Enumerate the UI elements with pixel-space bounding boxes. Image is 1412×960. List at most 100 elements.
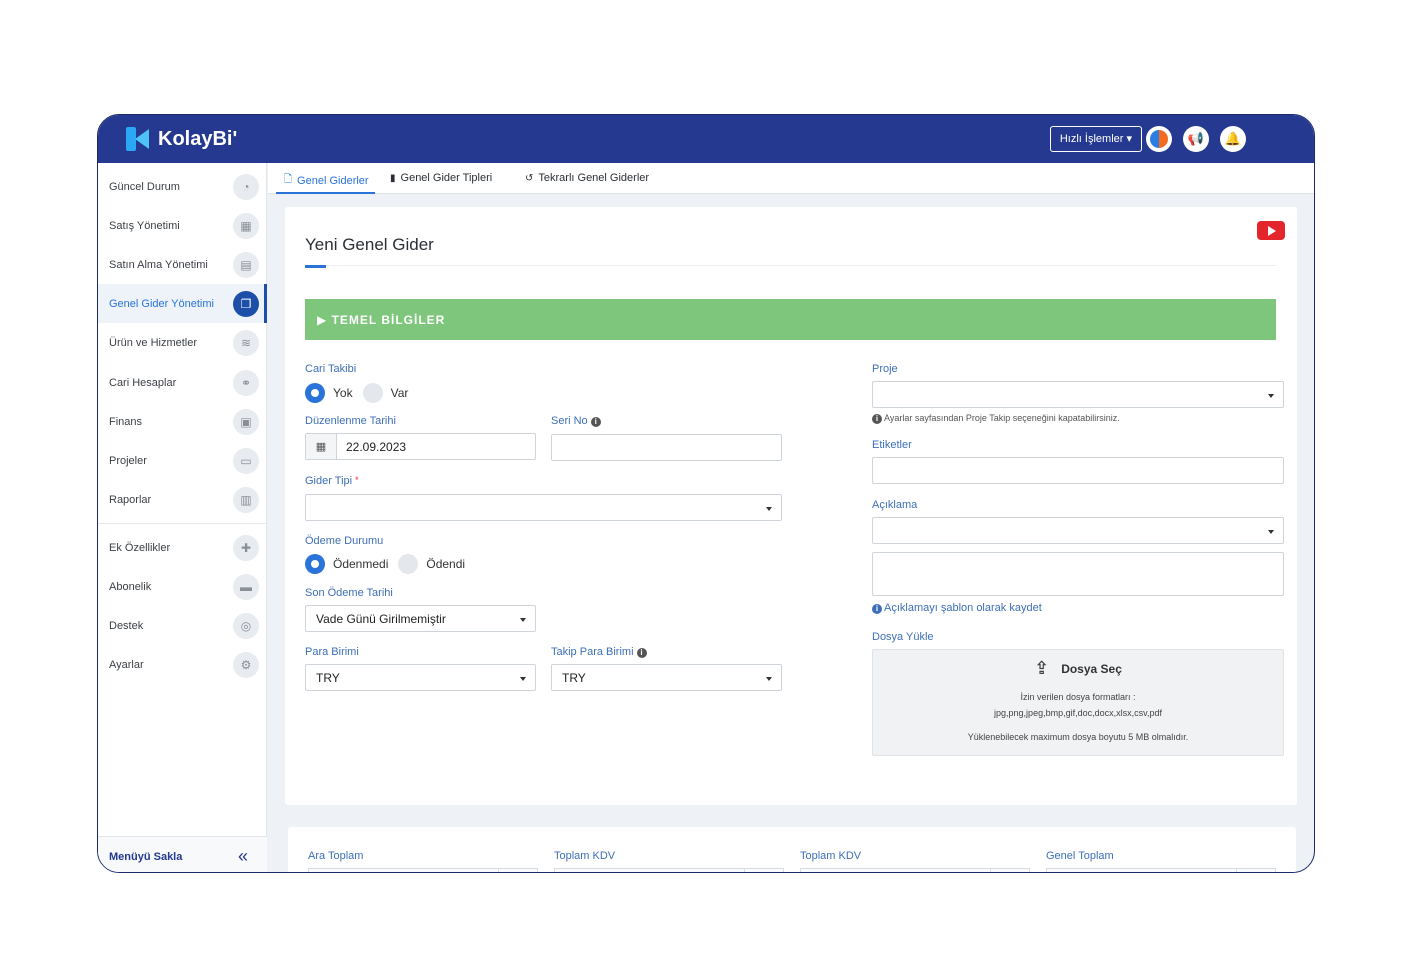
- section-header[interactable]: ▶ TEMEL BİLGİLER: [305, 299, 1276, 340]
- formats-list: jpg,png,jpeg,bmp,gif,doc,docx,xlsx,csv,p…: [994, 708, 1162, 718]
- sidebar-item-projeler[interactable]: Projeler ▭: [98, 441, 267, 480]
- sidebar-item-urun-hizmetler[interactable]: Ürün ve Hizmetler ≋: [98, 323, 267, 362]
- aciklama-textarea[interactable]: [872, 552, 1284, 596]
- radio-odenmedi[interactable]: [305, 554, 325, 574]
- title-divider: [305, 265, 1277, 266]
- cari-takibi-label: Cari Takibi: [305, 363, 357, 375]
- caret-down-icon: [1268, 394, 1274, 398]
- sidebar-item-cari-hesaplar[interactable]: Cari Hesaplar ⚭: [98, 363, 267, 402]
- avatar-icon: [1150, 130, 1168, 148]
- genel-toplam-field: [1046, 868, 1276, 872]
- sidebar-item-label: Satış Yönetimi: [109, 219, 180, 232]
- proje-hint-text: Ayarlar sayfasından Proje Takip seçeneği…: [884, 413, 1120, 423]
- etiketler-input[interactable]: [872, 457, 1284, 484]
- refresh-icon: ↺: [525, 172, 534, 184]
- duzenlenme-tarihi-input[interactable]: ▦ 22.09.2023: [305, 433, 536, 460]
- page-title: Yeni Genel Gider: [305, 235, 434, 254]
- sidebar-item-finans[interactable]: Finans ▣: [98, 402, 267, 441]
- para-birimi-select[interactable]: TRY: [305, 664, 536, 691]
- formats-title: İzin verilen dosya formatları :: [1020, 692, 1136, 702]
- sidebar-item-guncel-durum[interactable]: Güncel Durum ◔: [98, 167, 267, 206]
- sidebar-item-ek-ozellikler[interactable]: Ek Özellikler ✚: [98, 528, 267, 567]
- odeme-durumu-label: Ödeme Durumu: [305, 535, 384, 547]
- aciklama-template-select[interactable]: [872, 517, 1284, 544]
- sidebar-item-label: Finans: [109, 415, 143, 428]
- choose-file-label: Dosya Seç: [1061, 661, 1122, 676]
- required-mark: *: [355, 475, 359, 485]
- tab-label: Genel Gider Tipleri: [400, 172, 493, 184]
- quick-actions-button[interactable]: Hızlı İşlemler ▾: [1049, 126, 1142, 152]
- dashboard-icon: ◔: [233, 173, 259, 200]
- info-icon: i: [872, 414, 882, 424]
- caret-down-icon: [1268, 530, 1274, 534]
- file-dropzone[interactable]: ⇪ Dosya Seç İzin verilen dosya formatlar…: [872, 649, 1284, 756]
- sidebar-item-label: Destek: [109, 619, 144, 632]
- sidebar-item-destek[interactable]: Destek ◎: [98, 606, 267, 645]
- sidebar-item-label: Raporlar: [109, 493, 152, 506]
- choose-file-button[interactable]: ⇪ Dosya Seç: [873, 658, 1283, 679]
- sidebar: Güncel Durum ◔ Satış Yönetimi ▦ Satın Al…: [98, 163, 267, 872]
- calendar-icon: ▦: [306, 434, 337, 459]
- file-solid-icon: ▮: [390, 172, 396, 184]
- caret-down-icon: [520, 618, 526, 622]
- megaphone-icon[interactable]: 📢: [1183, 126, 1209, 152]
- youtube-icon[interactable]: [1257, 221, 1285, 240]
- document-icon: ▤: [233, 251, 259, 278]
- sidebar-item-satin-alma[interactable]: Satın Alma Yönetimi ▤: [98, 245, 267, 284]
- tab-label: Tekrarlı Genel Giderler: [538, 172, 650, 184]
- brand-logo[interactable]: KolayBi': [126, 127, 237, 151]
- sidebar-item-label: Projeler: [109, 454, 147, 467]
- takip-para-birimi-select[interactable]: TRY: [551, 664, 782, 691]
- sidebar-item-abonelik[interactable]: Abonelik ▬: [98, 567, 267, 606]
- app-window: KolayBi' Hızlı İşlemler ▾ 📢 🔔 Güncel Dur…: [97, 114, 1315, 873]
- sidebar-item-label: Cari Hesaplar: [109, 376, 177, 389]
- seri-no-input[interactable]: [551, 434, 782, 461]
- caret-down-icon: [766, 677, 772, 681]
- tab-tekrarli-genel-giderler[interactable]: ↺ Tekrarlı Genel Giderler: [525, 172, 649, 184]
- sidebar-item-raporlar[interactable]: Raporlar ▥: [98, 480, 267, 519]
- son-odeme-tarihi-select[interactable]: Vade Günü Girilmemiştir: [305, 605, 536, 632]
- radio-odendi-label: Ödendi: [426, 557, 466, 571]
- para-birimi-label: Para Birimi: [305, 646, 359, 658]
- form-card: Yeni Genel Gider ▶ TEMEL BİLGİLER Cari T…: [285, 207, 1297, 805]
- proje-select[interactable]: [872, 381, 1284, 408]
- file-icon: 🗋: [284, 174, 293, 185]
- radio-odenmedi-label: Ödenmedi: [333, 557, 389, 571]
- calculator-icon: ▦: [233, 212, 259, 239]
- sidebar-item-label: Ürün ve Hizmetler: [109, 336, 198, 349]
- son-odeme-tarihi-label: Son Ödeme Tarihi: [305, 587, 393, 599]
- radio-odendi[interactable]: [398, 554, 419, 574]
- aciklama-label: Açıklama: [872, 499, 918, 511]
- lifebuoy-icon: ◎: [233, 612, 259, 639]
- bell-icon[interactable]: 🔔: [1220, 126, 1246, 152]
- radio-yok[interactable]: [305, 383, 325, 403]
- para-birimi-value: TRY: [316, 671, 340, 685]
- etiketler-label: Etiketler: [872, 439, 912, 451]
- seri-no-text: Seri No: [551, 415, 588, 427]
- title-accent: [305, 265, 326, 268]
- tab-genel-gider-tipleri[interactable]: ▮ Genel Gider Tipleri: [390, 172, 492, 184]
- takip-para-birimi-value: TRY: [562, 671, 586, 685]
- active-tab-indicator: [276, 192, 375, 194]
- sidebar-item-genel-gider[interactable]: Genel Gider Yönetimi ❐: [98, 284, 267, 323]
- totals-card: Ara Toplam Toplam KDV Toplam KDV Genel T…: [288, 827, 1296, 872]
- sidebar-item-label: Ayarlar: [109, 658, 144, 671]
- radio-var[interactable]: [362, 383, 383, 403]
- tab-genel-giderler[interactable]: 🗋 Genel Giderler: [284, 172, 369, 189]
- gider-tipi-select[interactable]: [305, 494, 782, 521]
- date-value: 22.09.2023: [346, 440, 407, 454]
- database-icon: ≋: [233, 329, 259, 356]
- hide-menu-button[interactable]: Menüyü Sakla «: [98, 836, 267, 872]
- brand-name: KolayBi': [158, 127, 238, 150]
- sidebar-item-label: Abonelik: [109, 580, 152, 593]
- info-icon: i: [590, 417, 601, 427]
- son-odeme-tarihi-value: Vade Günü Girilmemiştir: [316, 612, 446, 626]
- gears-icon: ⚙: [233, 651, 259, 678]
- user-avatar[interactable]: [1146, 126, 1172, 152]
- save-template-link[interactable]: i Açıklamayı şablon olarak kaydet: [872, 602, 1042, 614]
- sidebar-item-satis-yonetimi[interactable]: Satış Yönetimi ▦: [98, 206, 267, 245]
- gider-tipi-label: Gider Tipi *: [305, 475, 359, 487]
- sidebar-item-label: Genel Gider Yönetimi: [109, 297, 214, 310]
- cari-takibi-radio-group: Yok Var: [305, 383, 418, 403]
- sidebar-item-ayarlar[interactable]: Ayarlar ⚙: [98, 645, 267, 684]
